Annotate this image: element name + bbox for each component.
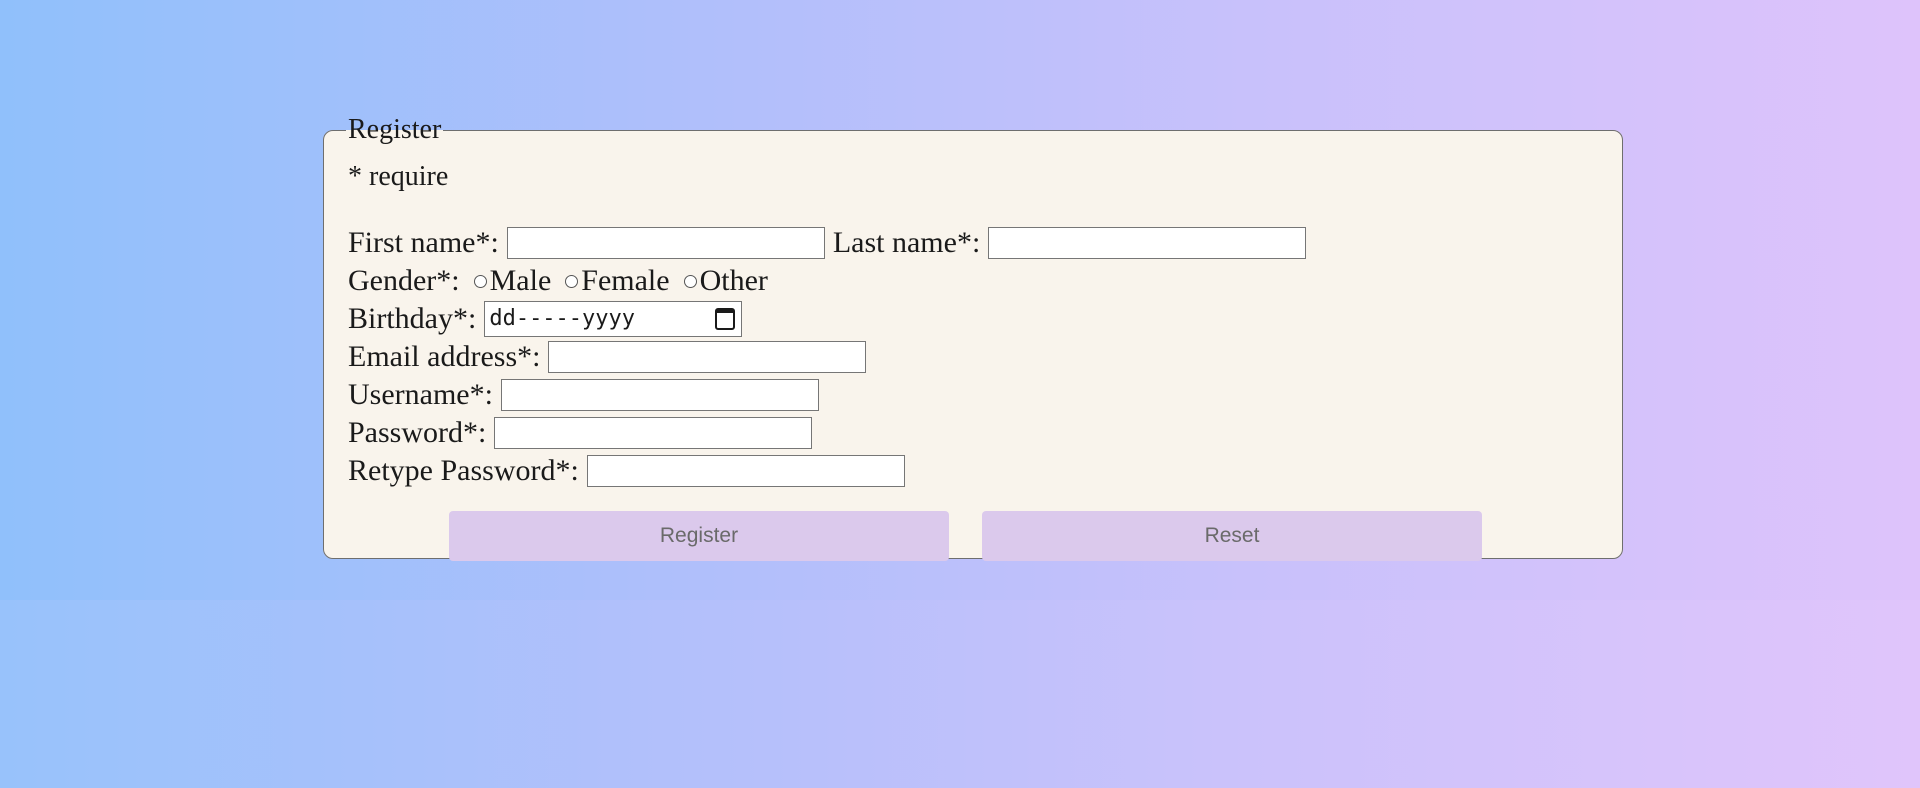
username-label: Username*: xyxy=(348,378,493,411)
first-name-input[interactable] xyxy=(506,227,825,259)
birthday-date-input[interactable]: dd-----yyyy xyxy=(484,301,743,337)
register-form: Register * require First name*: Last nam… xyxy=(323,114,1623,561)
password-row: Password*: xyxy=(348,414,1598,452)
page-background-lower xyxy=(0,600,1920,788)
email-label: Email address*: xyxy=(348,340,541,373)
birthday-placeholder: dd-----yyyy xyxy=(489,306,636,331)
form-legend: Register xyxy=(348,114,442,145)
first-name-label: First name*: xyxy=(348,226,499,259)
birthday-label: Birthday*: xyxy=(348,302,477,335)
gender-other-radio[interactable] xyxy=(683,274,697,288)
username-input[interactable] xyxy=(500,379,819,411)
register-button[interactable]: Register xyxy=(449,511,949,561)
email-input[interactable] xyxy=(548,341,867,373)
last-name-input[interactable] xyxy=(988,227,1307,259)
gender-male-radio[interactable] xyxy=(473,274,487,288)
name-row: First name*: Last name*: xyxy=(348,224,1598,262)
gender-male-label: Male xyxy=(489,264,552,297)
retype-password-input[interactable] xyxy=(586,455,905,487)
gender-row: Gender*: Male Female Other xyxy=(348,262,1598,300)
require-note: * require xyxy=(348,161,449,192)
gender-other-label: Other xyxy=(699,264,768,297)
gender-female-label: Female xyxy=(581,264,670,297)
calendar-icon[interactable] xyxy=(715,308,736,330)
password-input[interactable] xyxy=(494,417,813,449)
gender-female-radio[interactable] xyxy=(565,274,579,288)
retype-password-label: Retype Password*: xyxy=(348,454,579,487)
email-row: Email address*: xyxy=(348,338,1598,376)
last-name-label: Last name*: xyxy=(832,226,981,259)
reset-button[interactable]: Reset xyxy=(982,511,1482,561)
retype-password-row: Retype Password*: xyxy=(348,452,1598,490)
username-row: Username*: xyxy=(348,376,1598,414)
form-buttons: Register Reset xyxy=(449,511,1598,561)
gender-label: Gender*: xyxy=(348,264,460,297)
birthday-row: Birthday*: dd-----yyyy xyxy=(348,300,1598,338)
password-label: Password*: xyxy=(348,416,487,449)
